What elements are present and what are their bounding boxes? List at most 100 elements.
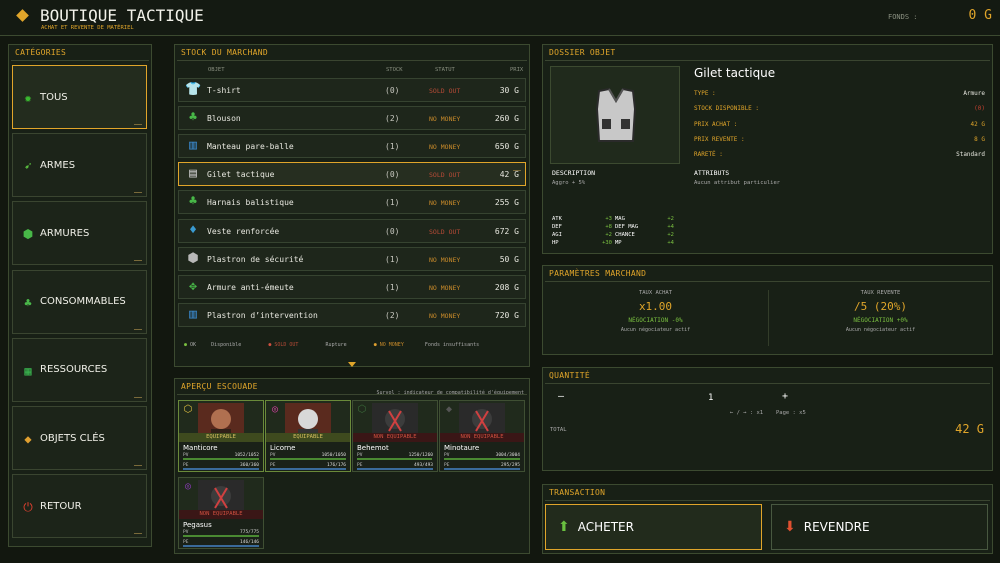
stat-name: HP [552,240,559,246]
sell-negotiation: NÉGOCIATION +0% [853,317,908,324]
hp-row: PV 775/775 [183,530,259,537]
corner-mark [134,465,142,466]
field-label: PRIX REVENTE : [694,135,745,143]
item-stock: (2) [385,114,400,124]
coat-icon: ▥ [189,138,197,154]
mp-bar [270,468,346,470]
buy-button[interactable]: ⬆ ACHETER [545,504,762,550]
stock-row[interactable]: ♣ Blouson (2) NO MONEY 260 G [178,106,526,131]
transaction-title: TRANSACTION [549,488,606,497]
squad-member[interactable]: ⬡ EQUIPABLE Manticore PV 1052/1052 PE 360/… [178,400,264,472]
divider [177,394,527,395]
mp-bar [183,545,259,547]
category-tous[interactable]: ✹ TOUS [12,65,147,129]
rifle-icon: ➹ [24,159,32,174]
hp-bar [183,458,259,460]
mp-bar [183,468,259,470]
stock-row[interactable]: 👕 T-shirt (0) SOLD OUT 30 G [178,78,526,102]
equip-tag: NON EQUIPABLE [353,433,437,442]
categories-title: CATÉGORIES [15,48,67,57]
squad-member[interactable]: ◆ NON EQUIPABLE Minotaure PV 3004/3004 PE… [439,400,525,472]
item-preview [550,66,680,164]
stock-row[interactable]: ⬢ Plastron de sécurité (1) NO MONEY 50 G [178,246,526,271]
item-name: Gilet tactique [207,170,275,180]
arrow-down-icon: ⬇ [784,519,796,535]
hp-bar [183,535,259,537]
divider [545,281,990,282]
item-price: 30 G [499,86,519,95]
category-label: RETOUR [40,500,82,512]
mp-bar [444,468,520,470]
stock-row[interactable]: ▥ Manteau pare-balle (1) NO MONEY 650 G [178,134,526,159]
stock-row[interactable]: ▥ Plastron d’intervention (2) NO MONEY 7… [178,302,526,327]
buy-rate: TAUX ACHAT x1.00 NÉGOCIATION -0% Aucun n… [548,290,763,333]
item-name: Manteau pare-balle [207,142,294,152]
mp-row: PE 146/146 [183,540,259,547]
attr-label: ATTRIBUTS [694,169,730,177]
category-ressources[interactable]: ▦ RESSOURCES [12,337,147,402]
sell-label: REVENDRE [803,520,870,534]
field-value: (0) [974,105,985,113]
stat-value: +3 [605,216,612,222]
squad-member[interactable]: ◎ EQUIPABLE Licorne PV 1050/1050 PE 176/17… [265,400,351,472]
equip-tag: EQUIPABLE [266,433,350,442]
stat-value: +4 [667,240,674,246]
item-price: 650 G [494,142,519,152]
buy-negotiation: NÉGOCIATION -0% [628,317,683,324]
class-badge-icon: ◆ [445,404,453,415]
category-armes[interactable]: ➹ ARMES [12,133,147,198]
divider [768,290,769,346]
item-name: Gilet tactique [694,66,776,80]
category-consommables[interactable]: ♣ CONSOMMABLES [12,269,147,334]
category-armures[interactable]: ⬢ ARMURES [12,201,147,266]
category-label: OBJETS CLÉS [40,432,105,444]
sell-button[interactable]: ⬇ REVENDRE [771,504,988,550]
riot-armor-icon: ✥ [189,278,197,294]
decrease-button[interactable]: – [558,391,564,402]
breastplate-icon: ⬢ [187,250,199,266]
top-bar: BOUTIQUE TACTIQUE ACHAT ET REVENTE DE MA… [0,0,1000,36]
buy-rate-label: TAUX ACHAT [638,290,673,296]
mp-bar [357,468,433,470]
stock-row[interactable]: ♣ Harnais balistique (1) NO MONEY 255 G [178,190,526,215]
squad-member[interactable]: ⬡ NON EQUIPABLE Behemot PV 1250/1260 PE 49… [352,400,438,472]
page-title: BOUTIQUE TACTIQUE [40,6,204,25]
sell-rate-label: TAUX REVENTE [860,290,901,296]
stat-name: ATK [552,216,562,222]
item-stock: (1) [385,282,400,292]
category-label: CONSOMMABLES [40,296,126,308]
equip-tag: EQUIPABLE [179,433,263,442]
squad-member[interactable]: ◎ NON EQUIPABLE Pegasus PV 775/775 PE 146/… [178,477,264,549]
hp-bar [357,458,433,460]
sell-note: Aucun négociateur actif [845,327,916,333]
stock-row[interactable]: ♦ Veste renforcée (0) SOLD OUT 672 G [178,218,526,243]
page-subtitle: ACHAT ET REVENTE DE MATÉRIEL [41,25,134,31]
member-name: Behemot [357,444,389,452]
item-price: 42 G [499,170,519,180]
mp-row: PE 176/176 [270,463,346,470]
item-price: 50 G [499,254,519,264]
mp-row: PE 493/493 [357,463,433,470]
field-label: STOCK DISPONIBLE : [694,105,760,113]
scroll-down-arrow-icon[interactable] [348,362,356,367]
item-status: SOLD OUT [429,87,461,95]
field-value: 42 G [970,120,985,128]
stock-row[interactable]: ▤ Gilet tactique (0) SOLD OUT 42 G [178,162,526,187]
category-retour[interactable]: ⏻ RETOUR [12,474,147,539]
squad-hint: Survol : indicateur de compatibilité d'é… [376,390,524,396]
stock-row[interactable]: ✥ Armure anti-émeute (1) NO MONEY 208 G [178,274,526,299]
member-name: Minotaure [444,444,480,452]
class-badge-icon: ⬡ [183,404,193,415]
item-price: 255 G [494,198,519,208]
category-objets-cl-s[interactable]: ◆ OBJETS CLÉS [12,406,147,470]
col-header-item: OBJET [208,67,225,73]
stat-value: +2 [667,232,674,238]
stat-name: AGI [552,232,562,238]
increase-button[interactable]: + [782,391,788,402]
funds-label: FONDS : [888,13,918,21]
stat-name: DEF [552,224,562,230]
corner-mark [134,192,142,194]
mp-row: PE 295/295 [444,463,520,470]
item-stock: (0) [385,170,400,180]
corner-mark [134,533,142,535]
